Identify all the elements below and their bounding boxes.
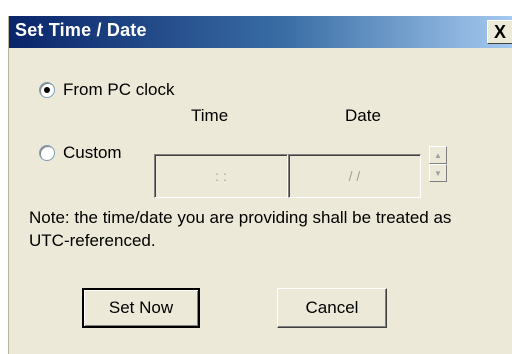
close-button[interactable]: X — [487, 20, 512, 44]
date-column-header: Date — [345, 106, 381, 125]
time-input[interactable]: : : — [154, 154, 288, 198]
utc-note: Note: the time/date you are providing sh… — [29, 208, 452, 250]
title-bar: Set Time / Date X — [9, 16, 512, 48]
arrow-up-icon: ▲ — [434, 150, 442, 160]
radio-from-pc-clock[interactable]: From PC clock — [39, 80, 174, 100]
dialog-title: Set Time / Date — [15, 20, 147, 40]
from-pc-clock-label: From PC clock — [63, 80, 175, 99]
custom-label: Custom — [63, 143, 122, 162]
arrow-down-icon: ▼ — [434, 168, 442, 178]
time-column-header: Time — [191, 106, 229, 125]
date-input[interactable]: / / — [288, 154, 421, 198]
radio-button-selected[interactable] — [39, 82, 55, 98]
spin-up-button[interactable]: ▲ — [429, 146, 447, 164]
cancel-button[interactable]: Cancel — [277, 288, 387, 328]
close-icon: X — [493, 22, 506, 42]
set-time-date-dialog: Set Time / Date X From PC clock Time Dat… — [8, 16, 512, 354]
radio-custom[interactable]: Custom — [39, 143, 122, 163]
spin-down-button[interactable]: ▼ — [429, 164, 447, 182]
radio-button-unselected[interactable] — [39, 145, 55, 161]
set-now-button[interactable]: Set Now — [82, 288, 200, 328]
